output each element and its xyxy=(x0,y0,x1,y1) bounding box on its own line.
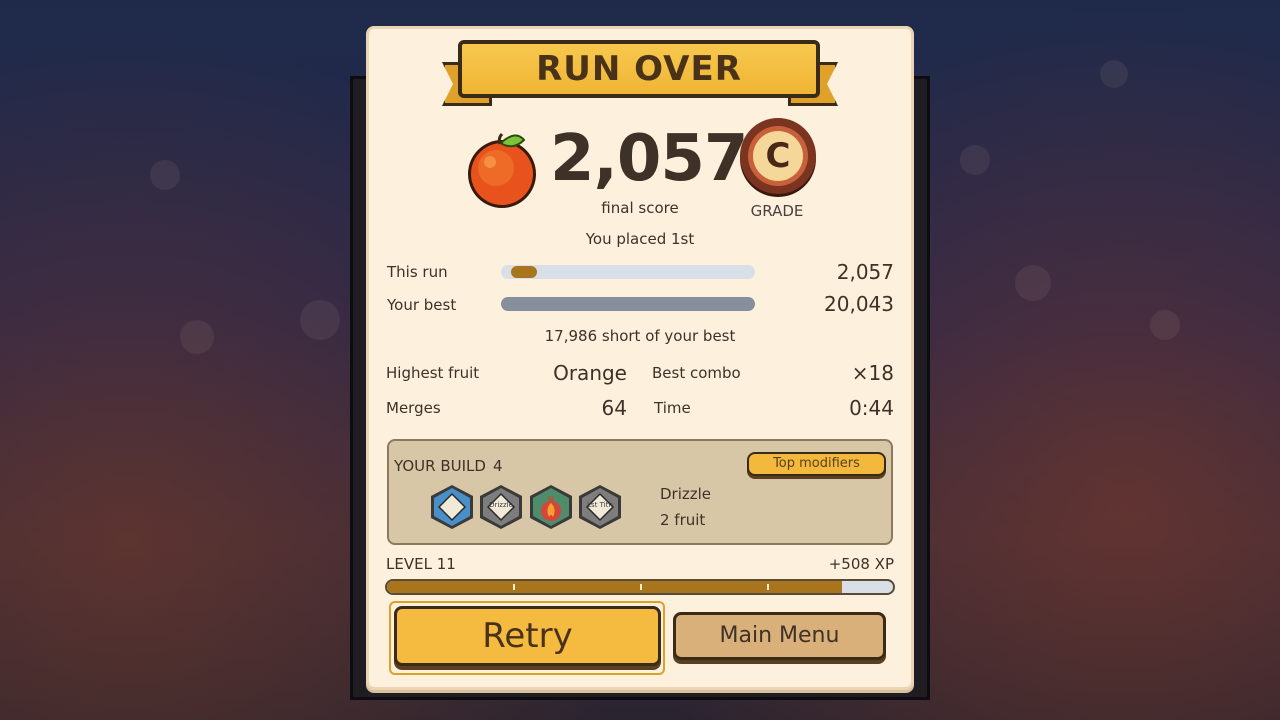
fire-potion-icon[interactable] xyxy=(528,484,574,530)
this-run-value: 2,057 xyxy=(836,260,894,284)
highest-fruit-value: Orange xyxy=(553,361,627,385)
bokeh-light xyxy=(1150,310,1180,340)
bokeh-light xyxy=(150,160,180,190)
short-of-best-text: 17,986 short of your best xyxy=(544,327,736,345)
build-detail-name: Drizzle xyxy=(660,485,712,503)
blue-diamond-icon[interactable] xyxy=(429,484,475,530)
merges-label: Merges xyxy=(386,399,441,417)
this-run-bar xyxy=(501,265,755,279)
grade-letter: C xyxy=(753,131,803,181)
main-menu-button[interactable]: Main Menu xyxy=(673,612,886,660)
page-title: RUN OVER xyxy=(536,49,742,89)
xp-tick xyxy=(767,584,769,590)
build-count: 4 xyxy=(493,457,503,475)
build-detail-sub: 2 fruit xyxy=(660,511,706,529)
level-label: LEVEL 11 xyxy=(386,555,456,573)
build-title: YOUR BUILD xyxy=(394,457,486,475)
final-score-label: final score xyxy=(601,199,679,217)
top-modifiers-button[interactable]: Top modifiers xyxy=(747,452,886,476)
grade-badge: C xyxy=(740,118,816,194)
this-run-bar-fill xyxy=(511,266,537,278)
xp-progress-bar xyxy=(385,579,895,595)
xp-tick xyxy=(513,584,515,590)
title-ribbon: RUN OVER xyxy=(458,40,820,98)
grade-label: GRADE xyxy=(750,202,804,220)
highest-fruit-label: Highest fruit xyxy=(386,364,480,382)
bokeh-light xyxy=(300,300,340,340)
time-label: Time xyxy=(654,399,691,417)
bokeh-light xyxy=(960,145,990,175)
xp-progress-fill xyxy=(387,581,842,593)
orange-icon xyxy=(462,130,542,210)
placement-text: You placed 1st xyxy=(585,230,695,248)
time-value: 0:44 xyxy=(849,396,894,420)
xp-gain: +508 XP xyxy=(828,555,894,573)
retry-button[interactable]: Retry xyxy=(394,606,661,666)
your-best-bar xyxy=(501,297,755,311)
tithe-icon-label: Lst Tith xyxy=(587,501,613,509)
your-best-value: 20,043 xyxy=(824,292,894,316)
bokeh-light xyxy=(1015,265,1051,301)
tithe-icon[interactable]: Lst Tith xyxy=(577,484,623,530)
drizzle-icon[interactable]: Drizzle xyxy=(478,484,524,530)
xp-tick xyxy=(640,584,642,590)
bokeh-light xyxy=(1100,60,1128,88)
final-score-value: 2,057 xyxy=(550,122,748,196)
best-combo-value: ×18 xyxy=(851,361,894,385)
this-run-label: This run xyxy=(387,263,448,281)
merges-value: 64 xyxy=(601,396,627,420)
best-combo-label: Best combo xyxy=(652,364,741,382)
bokeh-light xyxy=(180,320,214,354)
drizzle-icon-label: Drizzle xyxy=(489,501,513,509)
your-best-label: Your best xyxy=(387,296,457,314)
